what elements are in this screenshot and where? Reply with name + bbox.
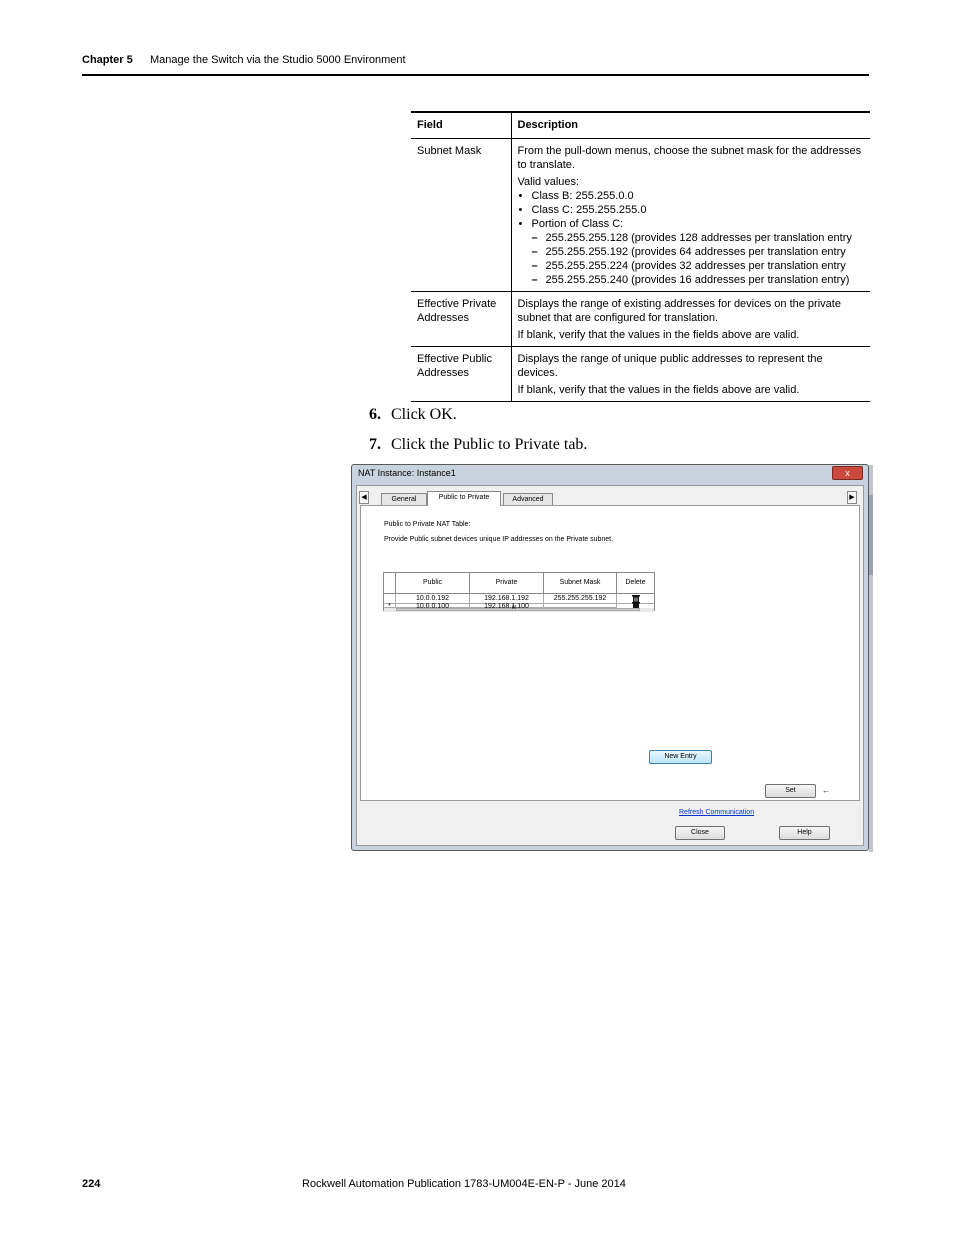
step-number: 7. <box>369 436 381 453</box>
list-item: 255.255.255.128 (provides 128 addresses … <box>518 231 865 245</box>
table-row: Effective Private Addresses Displays the… <box>411 291 870 347</box>
tab-scroll-right-icon[interactable]: ▶ <box>847 491 857 504</box>
tab-scroll-left-icon[interactable]: ◀ <box>359 491 369 504</box>
new-entry-button[interactable]: New Entry <box>649 750 712 764</box>
step-text: Click OK. <box>391 406 457 423</box>
column-header-public[interactable]: Public <box>396 573 470 594</box>
tab-strip: ◀ General Public to Private Advanced ▶ <box>359 491 861 506</box>
dialog-title: NAT Instance: Instance1 <box>358 468 456 478</box>
dash-list: 255.255.255.128 (provides 128 addresses … <box>518 231 865 287</box>
field-effective-private: Effective Private Addresses <box>411 291 511 347</box>
tab-general[interactable]: General <box>381 493 427 505</box>
list-item: Portion of Class C: <box>518 217 865 231</box>
step-number: 6. <box>369 406 381 423</box>
column-header-delete[interactable]: Delete <box>617 573 654 594</box>
bullet-list: Class B: 255.255.0.0 Class C: 255.255.25… <box>518 189 865 231</box>
description-effective-private: Displays the range of existing addresses… <box>510 291 870 347</box>
description-text: Displays the range of unique public addr… <box>517 352 823 379</box>
horizontal-scrollbar[interactable]: III <box>384 605 654 612</box>
row-header-column <box>384 573 396 594</box>
tab-panel: Public to Private NAT Table: Provide Pub… <box>360 505 860 816</box>
description-subnet-mask: From the pull-down menus, choose the sub… <box>510 138 870 292</box>
step-7: 7. Click the Public to Private tab. <box>369 436 587 454</box>
valid-values-label: Valid values: <box>517 175 580 188</box>
column-header-subnet-mask[interactable]: Subnet Mask <box>544 573 617 594</box>
table-row: Subnet Mask From the pull-down menus, ch… <box>411 138 870 292</box>
field-description-table: Field Description Subnet Mask From the p… <box>411 111 870 402</box>
description-note: If blank, verify that the values in the … <box>517 383 800 396</box>
chapter-title: Manage the Switch via the Studio 5000 En… <box>150 54 406 66</box>
arrow-left-icon: ← <box>822 786 830 795</box>
nat-table-label: Public to Private NAT Table: <box>384 521 471 528</box>
description-text: Displays the range of existing addresses… <box>517 297 841 324</box>
field-subnet-mask: Subnet Mask <box>411 138 511 292</box>
cell-subnet-mask[interactable]: 255.255.255.192 <box>544 594 617 604</box>
list-item: 255.255.255.240 (provides 16 addresses p… <box>518 273 865 287</box>
publication-info: Rockwell Automation Publication 1783-UM0… <box>302 1178 626 1190</box>
description-effective-public: Displays the range of unique public addr… <box>510 346 870 402</box>
header-rule <box>82 74 869 76</box>
column-header-description: Description <box>510 111 870 139</box>
page-number: 224 <box>82 1178 101 1190</box>
set-button[interactable]: Set <box>765 784 816 798</box>
page-header: Chapter 5 Manage the Switch via the Stud… <box>82 54 406 66</box>
nat-table-description: Provide Public subnet devices unique IP … <box>384 536 614 543</box>
table-header-row: Field Description <box>411 111 870 139</box>
tab-public-to-private[interactable]: Public to Private <box>427 491 501 506</box>
list-item: Class B: 255.255.0.0 <box>518 189 865 203</box>
step-text: Click the Public to Private tab. <box>391 436 588 453</box>
table-row: Effective Public Addresses Displays the … <box>411 346 870 402</box>
dialog-body: ◀ General Public to Private Advanced ▶ P… <box>356 485 864 846</box>
nat-instance-dialog: NAT Instance: Instance1 x ◀ General Publ… <box>351 464 873 852</box>
scroll-thumb[interactable]: III <box>396 605 640 611</box>
list-item: Class C: 255.255.255.0 <box>518 203 865 217</box>
step-6: 6. Click OK. <box>369 406 457 424</box>
description-text: From the pull-down menus, choose the sub… <box>517 144 862 171</box>
chapter-label: Chapter 5 <box>82 54 133 66</box>
refresh-communication-link[interactable]: Refresh Communication <box>679 809 754 816</box>
tab-advanced[interactable]: Advanced <box>503 493 553 505</box>
field-effective-public: Effective Public Addresses <box>411 346 511 402</box>
column-header-private[interactable]: Private <box>470 573 544 594</box>
list-item: 255.255.255.224 (provides 32 addresses p… <box>518 259 865 273</box>
side-scrollbar[interactable] <box>869 465 873 852</box>
close-button[interactable]: Close <box>675 826 725 840</box>
close-icon[interactable]: x <box>832 466 863 480</box>
scroll-grip: III <box>512 605 517 611</box>
list-item: 255.255.255.192 (provides 64 addresses p… <box>518 245 865 259</box>
description-note: If blank, verify that the values in the … <box>517 328 800 341</box>
scroll-thumb[interactable] <box>869 495 873 575</box>
column-header-field: Field <box>411 111 511 139</box>
help-button[interactable]: Help <box>779 826 830 840</box>
nat-grid: Public Private Subnet Mask Delete 10.0.0… <box>383 572 655 612</box>
